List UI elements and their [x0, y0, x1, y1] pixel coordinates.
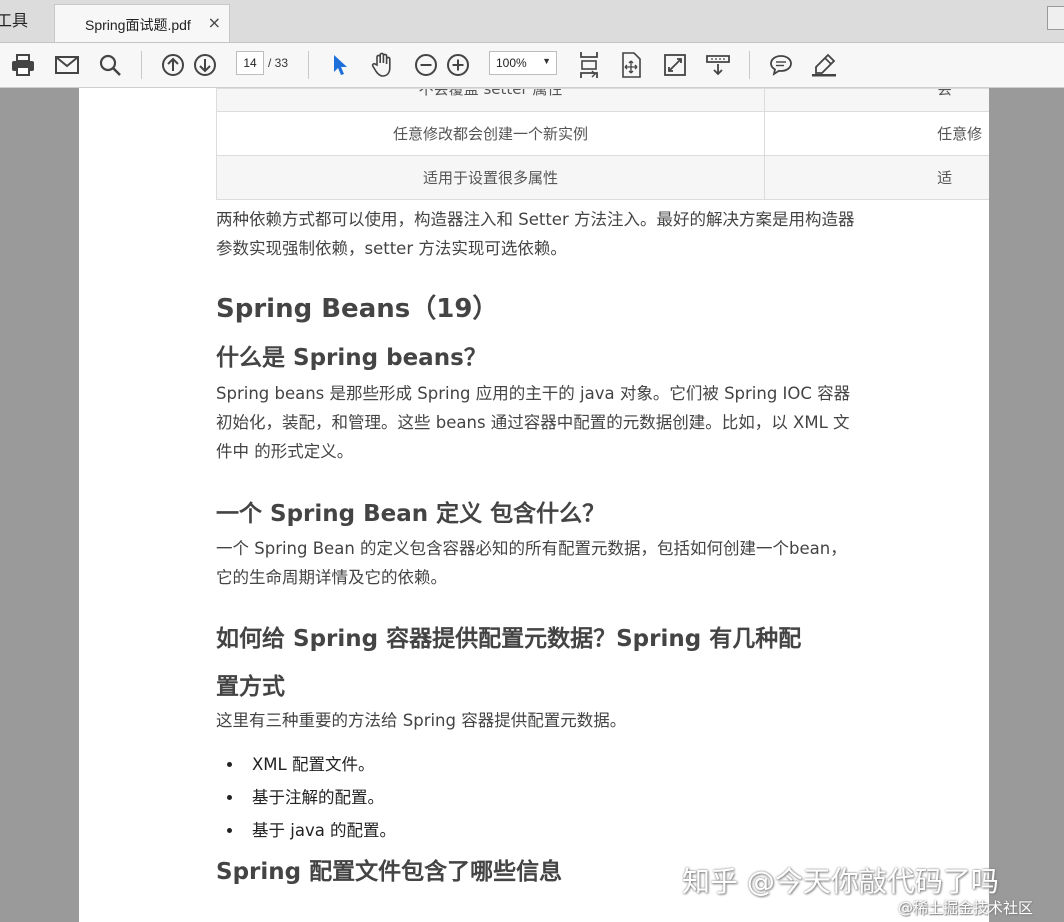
- heading-config-metadata-line1: 如何给 Spring 容器提供配置元数据？Spring 有几种配: [216, 626, 802, 652]
- highlight-pen-icon[interactable]: [809, 50, 839, 80]
- toolbar-separator: [308, 51, 309, 79]
- next-page-icon[interactable]: [190, 50, 220, 80]
- bullet-icon: [227, 795, 232, 800]
- paragraph-config-methods: 这里有三种重要的方法给 Spring 容器提供配置元数据。: [216, 711, 627, 730]
- table-cell: 不会覆盖 setter 属性: [215, 88, 766, 112]
- paragraph-bean-definition: 一个 Spring Bean 的定义包含容器必知的所有配置元数据，包括如何创建一…: [216, 539, 847, 587]
- print-icon[interactable]: [8, 50, 38, 80]
- close-icon[interactable]: ×: [208, 13, 221, 32]
- prev-page-icon[interactable]: [158, 50, 188, 80]
- list-item: 基于注解的配置。: [216, 781, 396, 814]
- mail-icon[interactable]: [52, 50, 82, 80]
- table-cell: 会: [764, 88, 989, 112]
- zoom-select[interactable]: 100% ▼: [489, 51, 557, 75]
- heading-config-file-contents: Spring 配置文件包含了哪些信息: [216, 859, 563, 885]
- list-item: 基于 java 的配置。: [216, 814, 396, 847]
- table-cell: 任意修: [764, 111, 989, 156]
- watermark-zhihu: 知乎 @今天你敲代码了吗: [682, 865, 999, 898]
- tab-tools[interactable]: 工具: [0, 0, 50, 42]
- tab-document-title: Spring面试题.pdf: [85, 17, 191, 33]
- select-cursor-icon[interactable]: [325, 50, 355, 80]
- scroll-mode-icon[interactable]: [703, 50, 733, 80]
- zoom-out-icon[interactable]: [411, 50, 441, 80]
- heading-bean-definition: 一个 Spring Bean 定义 包含什么？: [216, 501, 606, 527]
- page-total: / 33: [268, 56, 289, 70]
- toolbar-separator: [141, 51, 142, 79]
- toolbar-separator: [749, 51, 750, 79]
- table-cell: 适用于设置很多属性: [215, 155, 766, 200]
- table-row: 任意修改都会创建一个新实例 任意修: [215, 111, 989, 156]
- fullscreen-icon[interactable]: [660, 50, 690, 80]
- paragraph-spring-beans: Spring beans 是那些形成 Spring 应用的主干的 java 对象…: [216, 384, 851, 461]
- table-cell: 任意修改都会创建一个新实例: [215, 111, 766, 156]
- list-item: XML 配置文件。: [216, 748, 396, 781]
- config-methods-list: XML 配置文件。 基于注解的配置。 基于 java 的配置。: [216, 748, 396, 847]
- heading-what-is-spring-beans: 什么是 Spring beans？: [216, 345, 487, 371]
- table-row: 适用于设置很多属性 适: [215, 155, 989, 200]
- search-icon[interactable]: [95, 50, 125, 80]
- fit-page-icon[interactable]: [574, 50, 604, 80]
- watermark-juejin: @稀土掘金技术社区: [898, 899, 1034, 917]
- bullet-icon: [227, 828, 232, 833]
- section-heading-spring-beans: Spring Beans（19）: [216, 294, 499, 324]
- table-row: 不会覆盖 setter 属性 会: [215, 88, 989, 112]
- chevron-down-icon: ▼: [542, 56, 551, 66]
- tab-bar: 工具 Spring面试题.pdf ×: [0, 0, 1064, 43]
- comparison-table: 不会覆盖 setter 属性 会 任意修改都会创建一个新实例 任意修 适用于设置…: [215, 88, 989, 200]
- comment-icon[interactable]: [766, 50, 796, 80]
- pdf-page: 不会覆盖 setter 属性 会 任意修改都会创建一个新实例 任意修 适用于设置…: [79, 88, 989, 922]
- tab-document[interactable]: Spring面试题.pdf ×: [54, 4, 230, 42]
- zoom-value: 100%: [496, 56, 527, 70]
- table-cell: 适: [764, 155, 989, 200]
- heading-config-metadata-line2: 置方式: [216, 674, 285, 700]
- paragraph-injection-conclusion: 两种依赖方式都可以使用，构造器注入和 Setter 方法注入。最好的解决方案是用…: [216, 210, 855, 258]
- window-corner-control[interactable]: [1047, 6, 1064, 30]
- rotate-icon[interactable]: [616, 50, 646, 80]
- page-number-input[interactable]: 14: [236, 51, 264, 75]
- bullet-icon: [227, 762, 232, 767]
- hand-tool-icon[interactable]: [368, 50, 398, 80]
- zoom-in-icon[interactable]: [443, 50, 473, 80]
